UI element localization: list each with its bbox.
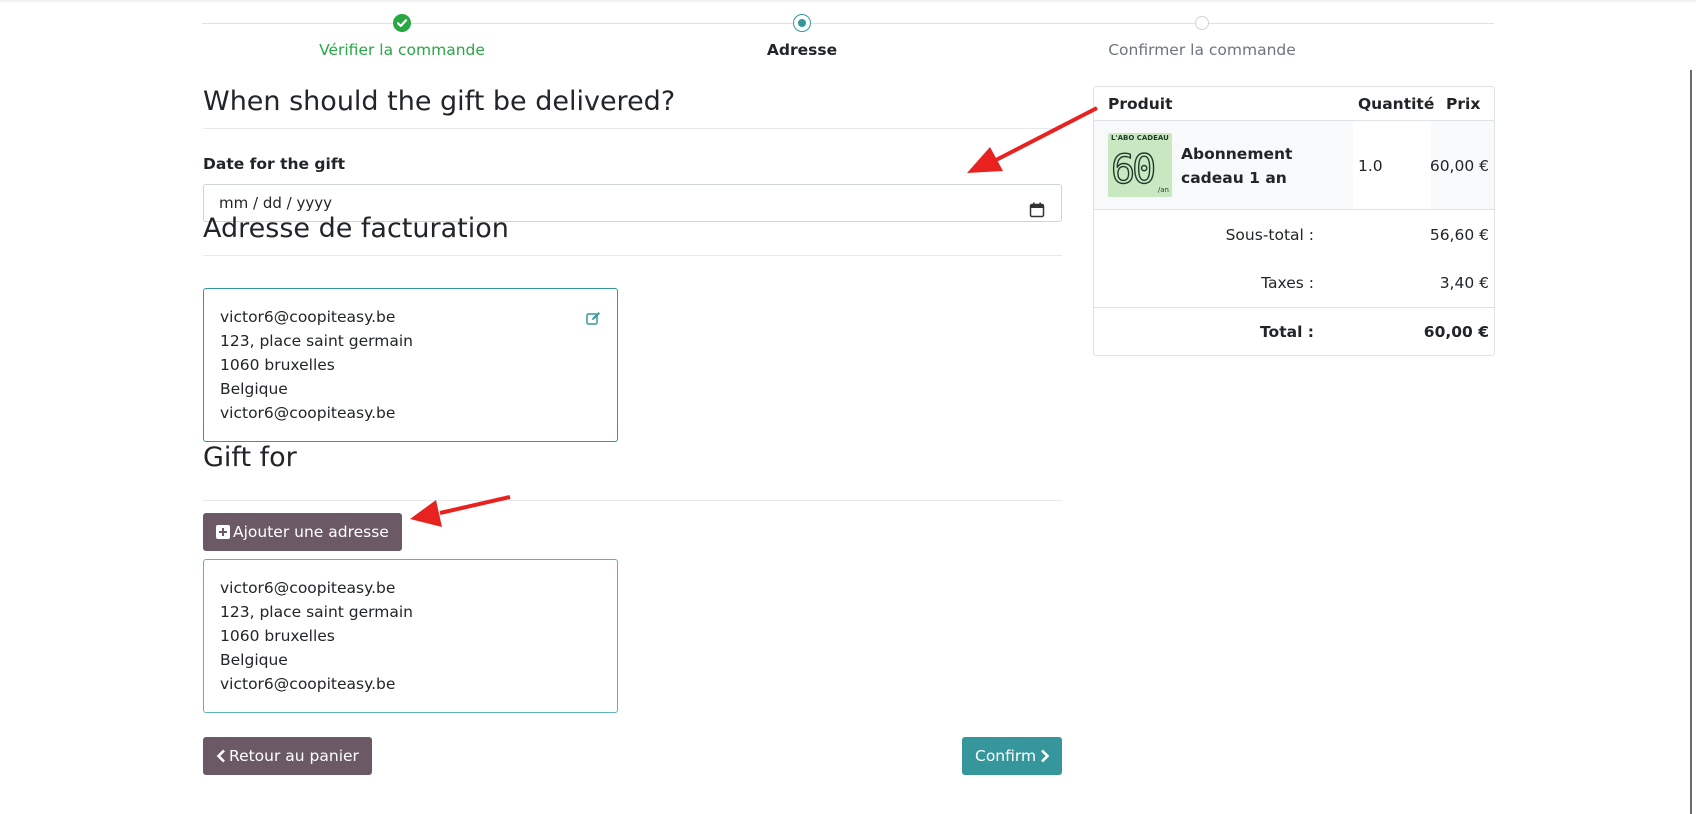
header-price: Prix (1446, 95, 1481, 113)
step-confirm-order: Confirmer la commande (1052, 14, 1352, 59)
row-divider (1094, 209, 1494, 210)
billing-address-heading: Adresse de facturation (203, 213, 509, 244)
back-to-cart-label: Retour au panier (229, 747, 359, 765)
address-line: 123, place saint germain (220, 332, 413, 350)
address-line: victor6@coopiteasy.be (220, 404, 396, 422)
header-product: Produit (1108, 95, 1173, 113)
product-quantity: 1.0 (1358, 157, 1383, 175)
thumbnail-price: 60 (1110, 147, 1157, 193)
empty-step-dot-icon (1195, 16, 1209, 30)
step-label: Confirmer la commande (1108, 41, 1296, 59)
step-address: Adresse (652, 14, 952, 59)
current-step-dot-icon (793, 14, 811, 32)
divider (203, 500, 1062, 501)
address-line: 123, place saint germain (220, 603, 413, 621)
address-line: victor6@coopiteasy.be (220, 579, 396, 597)
taxes-label: Taxes : (1261, 274, 1314, 292)
step-verify-order[interactable]: Vérifier la commande (252, 14, 552, 59)
address-line: Belgique (220, 380, 288, 398)
back-to-cart-button[interactable]: Retour au panier (203, 737, 372, 775)
calendar-icon[interactable] (1029, 195, 1045, 231)
step-label: Adresse (766, 41, 838, 59)
order-summary: Produit Quantité Prix L'ABO CADEAU 60 /a… (1093, 86, 1495, 356)
gift-for-heading: Gift for (203, 442, 297, 473)
header-divider (1094, 120, 1494, 121)
taxes-value: 3,40 € (1439, 274, 1489, 292)
total-value: 60,00 € (1423, 323, 1489, 341)
step-label: Vérifier la commande (319, 41, 485, 59)
annotation-arrow-icon (410, 495, 511, 527)
add-address-label: Ajouter une adresse (233, 523, 389, 541)
address-line: Belgique (220, 651, 288, 669)
delivery-date-heading: When should the gift be delivered? (203, 86, 676, 117)
add-address-button[interactable]: Ajouter une adresse (203, 513, 402, 551)
address-line: victor6@coopiteasy.be (220, 308, 396, 326)
product-name[interactable]: Abonnement cadeau 1 an (1181, 142, 1351, 190)
subtotal-label: Sous-total : (1225, 226, 1314, 244)
address-line: victor6@coopiteasy.be (220, 675, 396, 693)
confirm-button[interactable]: Confirm (962, 737, 1062, 775)
product-price: 60,00 € (1429, 157, 1489, 175)
gift-date-label: Date for the gift (203, 155, 345, 173)
row-divider (1094, 307, 1494, 308)
confirm-label: Confirm (975, 747, 1037, 765)
total-label: Total : (1260, 323, 1314, 341)
thumbnail-suffix: /an (1157, 186, 1169, 194)
annotation-arrow-icon (967, 106, 1098, 173)
billing-address-card[interactable]: victor6@coopiteasy.be 123, place saint g… (203, 288, 618, 442)
address-line: 1060 bruxelles (220, 356, 335, 374)
product-thumbnail[interactable]: L'ABO CADEAU 60 /an (1108, 133, 1172, 197)
divider (203, 255, 1062, 256)
check-circle-icon (393, 14, 411, 32)
divider (203, 128, 1062, 129)
gift-address-card[interactable]: victor6@coopiteasy.be 123, place saint g… (203, 559, 618, 713)
subtotal-value: 56,60 € (1429, 226, 1489, 244)
page-scrollbar[interactable] (1690, 70, 1692, 814)
header-quantity: Quantité (1358, 95, 1435, 113)
address-line: 1060 bruxelles (220, 627, 335, 645)
thumbnail-caption: L'ABO CADEAU (1111, 134, 1169, 142)
chevron-right-icon (1041, 749, 1050, 763)
chevron-left-icon (216, 749, 225, 763)
plus-square-icon (216, 525, 230, 539)
checkout-progress: Vérifier la commande Adresse Confirmer l… (202, 14, 1494, 70)
date-placeholder: mm / dd / yyyy (219, 194, 332, 212)
top-shadow (0, 0, 1696, 3)
edit-icon[interactable] (586, 309, 601, 333)
